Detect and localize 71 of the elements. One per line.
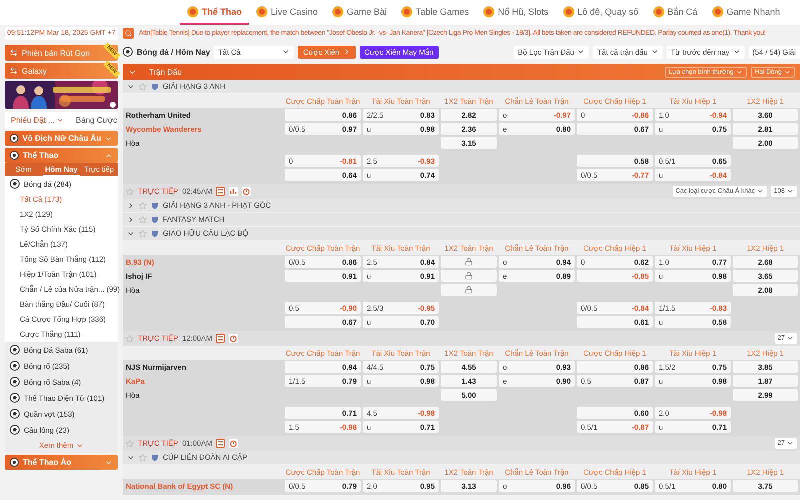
- chevron-down-icon: [787, 440, 794, 447]
- star-icon[interactable]: [139, 82, 147, 90]
- nav-tab[interactable]: Game Nhanh: [704, 0, 788, 25]
- ball-icon: [123, 47, 133, 57]
- chevron-down-icon: [787, 335, 794, 342]
- star-icon[interactable]: [126, 334, 134, 342]
- star-icon[interactable]: [139, 202, 147, 210]
- chart-icon[interactable]: [229, 187, 238, 196]
- coin-icon: [652, 6, 665, 18]
- chevron-down-icon: [282, 48, 290, 56]
- ball-icon: [10, 179, 20, 189]
- ball-icon: [10, 393, 20, 403]
- star-icon[interactable]: [139, 230, 147, 238]
- ball-icon: [10, 409, 20, 419]
- sport-title: Bóng đá / Hôm Nay: [137, 48, 210, 56]
- coin-icon: [401, 6, 414, 18]
- nav-tab[interactable]: Thể Thao: [180, 0, 249, 25]
- search-icon: [125, 30, 132, 37]
- coin-icon: [562, 6, 575, 18]
- ball-icon: [10, 345, 20, 355]
- shield-icon: [151, 82, 159, 90]
- ball-icon: [10, 134, 19, 143]
- chevron-down-icon: [577, 48, 586, 56]
- ball-icon: [10, 425, 20, 435]
- stopwatch-icon[interactable]: [242, 187, 252, 196]
- scoreboard-icon[interactable]: [216, 187, 226, 196]
- chevron-down-icon: [787, 188, 794, 195]
- star-icon[interactable]: [139, 216, 147, 224]
- nav-tab[interactable]: Bắn Cá: [646, 0, 705, 25]
- chevron-down-icon: [57, 117, 64, 124]
- locked-odds-button[interactable]: [441, 270, 497, 282]
- locked-odds-button[interactable]: [441, 284, 497, 296]
- chevron-down-icon: [784, 68, 791, 76]
- scoreboard-icon[interactable]: [216, 439, 226, 448]
- section-title: Trận Đấu: [148, 68, 184, 76]
- star-icon[interactable]: [126, 440, 134, 448]
- ball-icon: [10, 377, 20, 387]
- swap-icon: [10, 67, 18, 75]
- chevron-down-icon: [650, 48, 659, 56]
- ball-icon: [10, 151, 19, 160]
- ball-icon: [10, 458, 19, 467]
- chevron-down-icon: [736, 68, 743, 76]
- coin-icon: [332, 6, 344, 18]
- star-icon[interactable]: [139, 454, 147, 462]
- nav-tab[interactable]: Game Bài: [325, 0, 394, 25]
- star-icon[interactable]: [126, 188, 134, 196]
- lock-icon: [465, 258, 473, 266]
- nav-tab[interactable]: Nổ Hũ, Slots: [476, 0, 556, 25]
- chevron-icon[interactable]: [127, 202, 135, 210]
- nav-tab[interactable]: Live Casino: [249, 0, 326, 25]
- coin-icon: [483, 6, 496, 18]
- nav-tab[interactable]: Lô đề, Quay số: [556, 0, 646, 25]
- nav-tab[interactable]: Table Games: [394, 0, 476, 25]
- scoreboard-icon[interactable]: [216, 334, 226, 343]
- coin-icon: [712, 6, 724, 18]
- coin-icon: [256, 6, 268, 18]
- search-button[interactable]: [123, 28, 134, 39]
- chevron-icon[interactable]: [127, 216, 135, 224]
- locked-odds-button[interactable]: [441, 256, 497, 268]
- chevron-down-icon: [732, 48, 741, 56]
- swap-icon: [10, 49, 18, 57]
- stopwatch-icon[interactable]: [229, 334, 238, 343]
- chevron-down-icon: [757, 188, 764, 195]
- stopwatch-icon[interactable]: [229, 439, 238, 448]
- slip-tab[interactable]: Bảng Cược: [70, 112, 124, 129]
- coin-icon: [187, 6, 199, 18]
- lock-icon: [465, 272, 473, 280]
- ball-icon: [10, 361, 20, 371]
- slip-tab[interactable]: Phiếu Đặt ...: [5, 112, 70, 129]
- shield-icon: [151, 454, 159, 462]
- lock-icon: [465, 286, 473, 294]
